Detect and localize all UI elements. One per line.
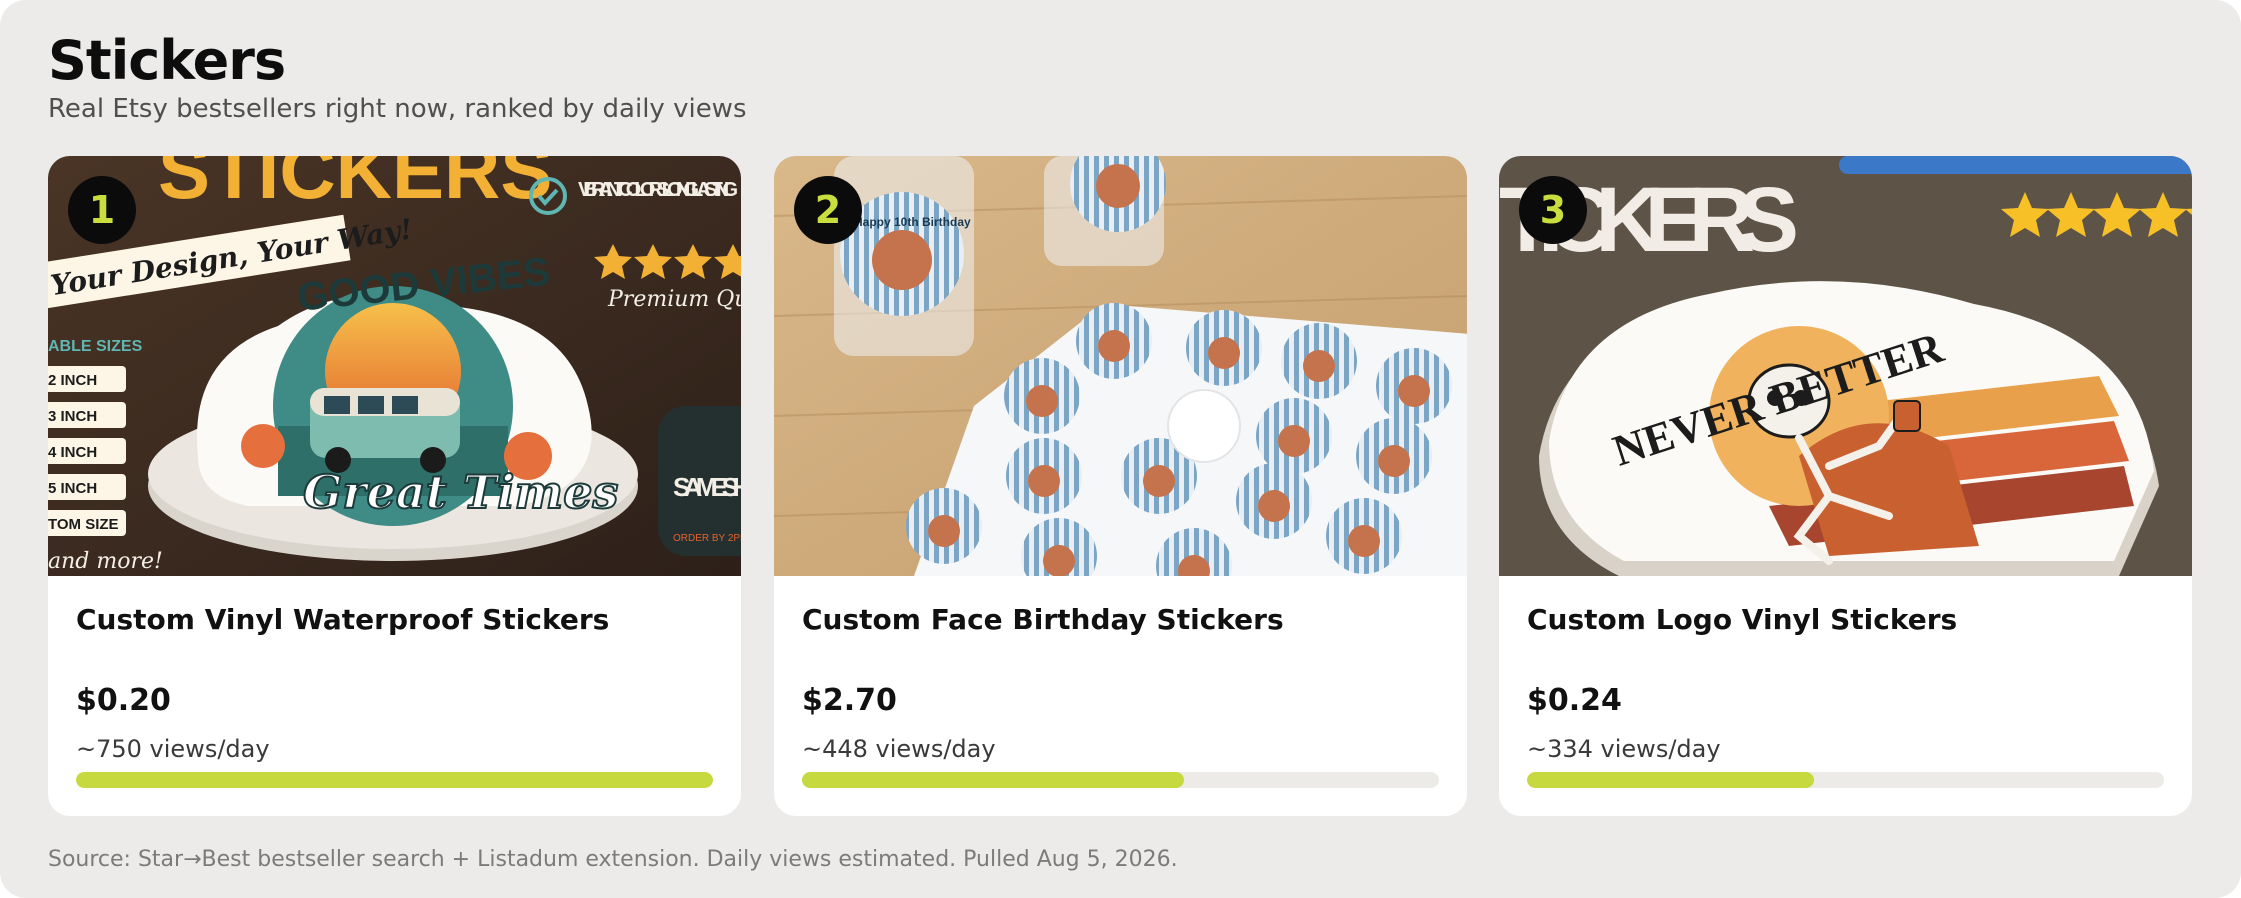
views-bar [76,772,713,788]
views-bar [802,772,1439,788]
product-title[interactable]: Custom Face Birthday Stickers [802,602,1284,638]
views-bar [1527,772,2164,788]
product-title[interactable]: Custom Logo Vinyl Stickers [1527,602,1957,638]
image-size-3: 5 INCH [48,480,97,497]
image-quality: Premium Qua [607,287,741,312]
stickers-panel: Stickers Real Etsy bestsellers right now… [0,0,2241,898]
product-card-3[interactable]: TICKERS [1499,156,2192,816]
rank-badge: 2 [794,176,862,244]
views-bar-fill [1527,772,1814,788]
image-size-2: 4 INCH [48,444,97,461]
daily-views: ~448 views/day [802,735,996,763]
daily-views: ~750 views/day [76,735,270,763]
image-sticker-label: Happy 10th Birthday [854,215,971,229]
rank-badge: 3 [1519,176,1587,244]
product-title[interactable]: Custom Vinyl Waterproof Stickers [76,602,609,638]
image-size-1: 3 INCH [48,408,97,425]
image-shipping-note: ORDER BY 2PM [673,533,741,544]
logo-vinyl-stickers-photo: TICKERS [1499,156,2192,576]
rank-badge: 1 [68,176,136,244]
product-price: $0.20 [76,683,171,718]
page-title: Stickers [48,29,286,92]
image-sizes-heading: ABLE SIZES [48,338,143,355]
product-image-2[interactable]: Happy 10th Birthday 2 [774,156,1467,576]
daily-views: ~334 views/day [1527,735,1721,763]
image-sticker-bottom: Great Times [303,465,618,519]
image-more: and more! [48,549,163,574]
image-banner-text: STICKERS [158,156,552,215]
page-subtitle: Real Etsy bestsellers right now, ranked … [48,94,747,124]
face-birthday-stickers-photo: Happy 10th Birthday [774,156,1467,576]
product-price: $0.24 [1527,683,1622,718]
image-shipping: SAME SHIPP [673,472,741,502]
vinyl-stickers-photo: STICKERS Your Design, Your Way! VIBRANT … [48,156,741,576]
product-price: $2.70 [802,683,897,718]
product-card-1[interactable]: STICKERS Your Design, Your Way! VIBRANT … [48,156,741,816]
image-size-0: 2 INCH [48,372,97,389]
product-image-1[interactable]: STICKERS Your Design, Your Way! VIBRANT … [48,156,741,576]
image-feature: VIBRANT COLORS LONG LASTING [578,179,738,201]
views-bar-fill [802,772,1185,788]
product-image-3[interactable]: TICKERS [1499,156,2192,576]
image-size-4: TOM SIZE [48,516,119,533]
product-card-2[interactable]: Happy 10th Birthday 2 Custom Face Birthd… [774,156,1467,816]
views-bar-fill [76,772,713,788]
source-note: Source: Star→Best bestseller search + Li… [48,847,1178,872]
